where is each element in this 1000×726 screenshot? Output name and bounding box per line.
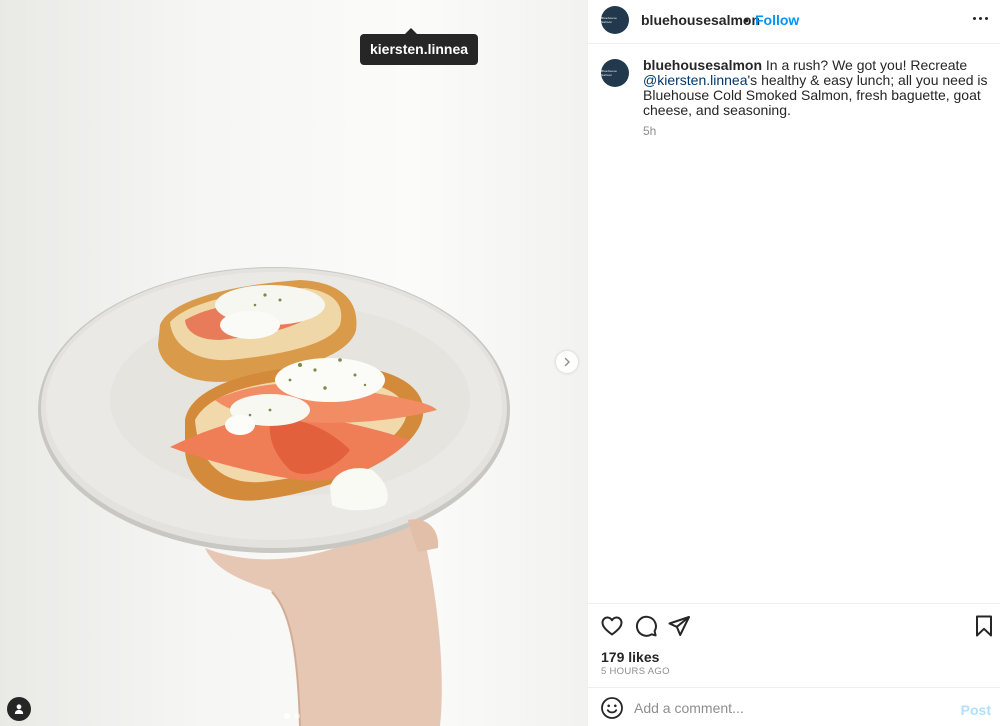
avatar-text: Bluehouse Salmon: [601, 16, 617, 24]
post-header: Bluehouse Salmon bluehousesalmon • Follo…: [588, 0, 1000, 44]
comment-input[interactable]: [634, 697, 934, 719]
user-tag-label: kiersten.linnea: [370, 41, 469, 57]
carousel-dot: [294, 713, 300, 719]
caption-body-1: In a rush? We got you! Recreate: [762, 57, 968, 73]
user-tag-icon: [14, 704, 24, 714]
bookmark-icon[interactable]: [972, 614, 996, 638]
separator-dot: •: [744, 12, 749, 28]
post-media[interactable]: kiersten.linnea: [0, 0, 587, 726]
carousel-indicator: [284, 713, 300, 719]
more-options-icon[interactable]: [973, 17, 988, 20]
caption-timestamp[interactable]: 5h: [643, 124, 656, 138]
post-comment-button[interactable]: Post: [961, 702, 991, 718]
comment-composer: Post: [588, 687, 1000, 726]
post-actions: 179 likes 5 HOURS AGO: [588, 603, 1000, 687]
author-avatar[interactable]: Bluehouse Salmon: [601, 6, 629, 34]
caption-author-username[interactable]: bluehousesalmon: [643, 57, 762, 73]
heart-icon[interactable]: [600, 614, 624, 638]
carousel-next-button[interactable]: [556, 351, 578, 373]
post-photo: [38, 267, 510, 726]
author-username[interactable]: bluehousesalmon: [641, 12, 760, 28]
paper-plane-icon[interactable]: [667, 614, 691, 638]
follow-button[interactable]: Follow: [755, 12, 799, 28]
chevron-right-icon: [564, 357, 570, 367]
user-tag-tooltip[interactable]: kiersten.linnea: [360, 28, 479, 65]
comment-bubble-icon[interactable]: [634, 614, 658, 638]
show-tags-button[interactable]: [7, 697, 31, 721]
emoji-icon[interactable]: [600, 696, 624, 720]
likes-count[interactable]: 179 likes: [601, 649, 659, 665]
post-time-ago[interactable]: 5 HOURS AGO: [601, 666, 670, 677]
caption-text: bluehousesalmon In a rush? We got you! R…: [643, 58, 988, 118]
carousel-dot-active: [284, 713, 290, 719]
caption-section: Bluehouse Salmon bluehousesalmon In a ru…: [588, 44, 1000, 603]
avatar-text: Bluehouse Salmon: [601, 69, 617, 77]
post-side-panel: Bluehouse Salmon bluehousesalmon • Follo…: [587, 0, 1000, 726]
caption-author-avatar[interactable]: Bluehouse Salmon: [601, 59, 629, 87]
caption-mention-link[interactable]: @kiersten.linnea: [643, 72, 748, 88]
